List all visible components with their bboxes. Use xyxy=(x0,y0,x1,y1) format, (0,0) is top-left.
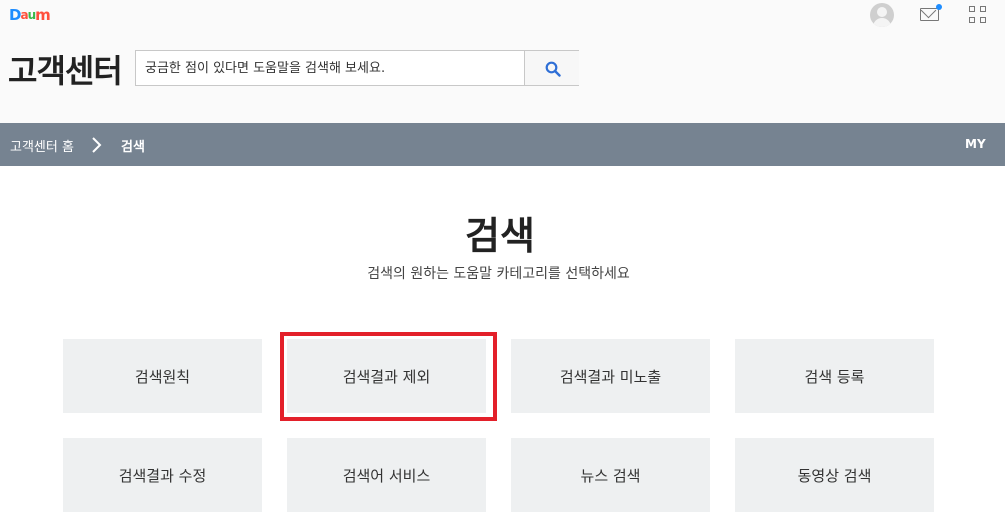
daum-logo[interactable]: D a u m xyxy=(9,5,51,25)
category-item[interactable]: 검색어 서비스 xyxy=(287,438,486,512)
search-icon xyxy=(545,61,561,77)
search-box xyxy=(135,50,579,86)
logo-letter-u: u xyxy=(27,8,36,22)
category-item[interactable]: 뉴스 검색 xyxy=(511,438,710,512)
category-item[interactable]: 동영상 검색 xyxy=(735,438,934,512)
breadcrumb: 고객센터 홈 검색 MY xyxy=(0,123,1005,166)
category-item[interactable]: 검색결과 제외 xyxy=(287,339,486,413)
chevron-right-icon xyxy=(92,137,102,153)
search-input[interactable] xyxy=(136,51,523,85)
category-item[interactable]: 검색원칙 xyxy=(63,339,262,413)
category-item[interactable]: 검색결과 미노출 xyxy=(511,339,710,413)
app-grid-icon[interactable] xyxy=(969,6,987,24)
page-brand-title[interactable]: 고객센터 xyxy=(8,46,123,92)
page-title: 검색 xyxy=(465,214,535,258)
mail-icon[interactable] xyxy=(920,8,939,21)
my-link[interactable]: MY xyxy=(965,137,986,151)
header: D a u m 고객센터 xyxy=(0,0,1005,123)
breadcrumb-home-link[interactable]: 고객센터 홈 xyxy=(10,136,74,155)
profile-icon[interactable] xyxy=(870,3,894,27)
logo-letter-a: a xyxy=(20,8,28,22)
search-button[interactable] xyxy=(524,51,579,85)
notification-dot xyxy=(936,4,942,10)
category-item[interactable]: 검색결과 수정 xyxy=(63,438,262,512)
breadcrumb-current: 검색 xyxy=(121,140,145,155)
logo-letter-m: m xyxy=(35,6,51,24)
logo-letter-d: D xyxy=(9,6,21,24)
category-item[interactable]: 검색 등록 xyxy=(735,339,934,413)
page-description: 검색의 원하는 도움말 카테고리를 선택하세요 xyxy=(367,266,630,282)
